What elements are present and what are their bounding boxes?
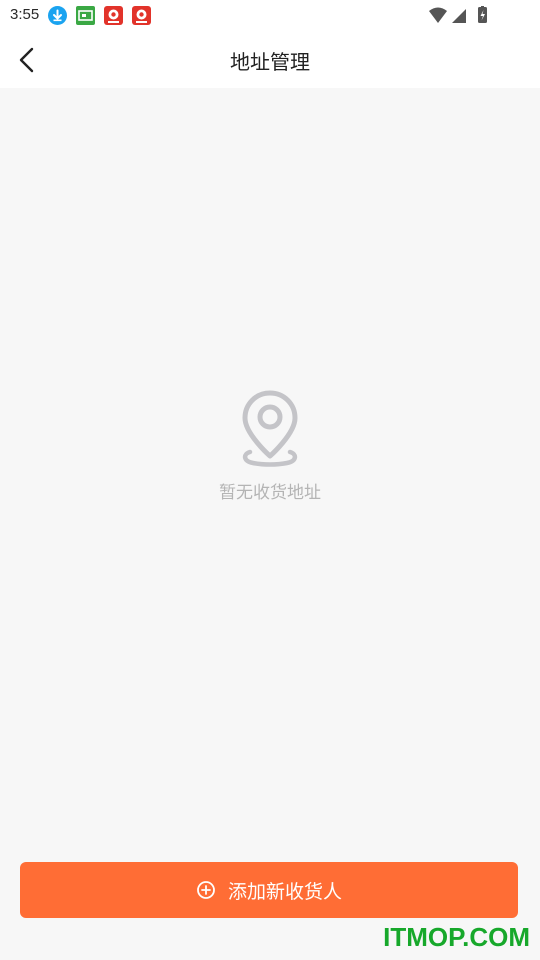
page-title: 地址管理 bbox=[230, 50, 310, 74]
status-time: 3:55 bbox=[10, 6, 40, 23]
plus-circle-icon bbox=[197, 881, 215, 899]
battery-charging-icon bbox=[478, 6, 487, 23]
cell-signal-icon bbox=[452, 9, 466, 23]
green-app-icon bbox=[76, 6, 95, 25]
empty-state: 暂无收货地址 bbox=[0, 388, 540, 508]
system-status-icons bbox=[429, 6, 487, 23]
location-pin-icon bbox=[242, 390, 298, 467]
download-icon bbox=[48, 6, 67, 25]
red-app-icon bbox=[104, 6, 123, 25]
watermark: ITMOP.COM bbox=[383, 922, 530, 952]
status-bar: 3:55 bbox=[0, 0, 540, 30]
add-receiver-button[interactable]: 添加新收货人 bbox=[20, 862, 518, 918]
empty-state-message: 暂无收货地址 bbox=[219, 483, 321, 503]
address-management-screen: 3:55 地址管理 暂无收货地址 添加新收货人 ITMOP.COM bbox=[0, 0, 540, 960]
wifi-icon bbox=[429, 7, 447, 23]
add-receiver-label: 添加新收货人 bbox=[227, 880, 342, 903]
header: 地址管理 bbox=[0, 30, 540, 88]
red-app-icon bbox=[132, 6, 151, 25]
